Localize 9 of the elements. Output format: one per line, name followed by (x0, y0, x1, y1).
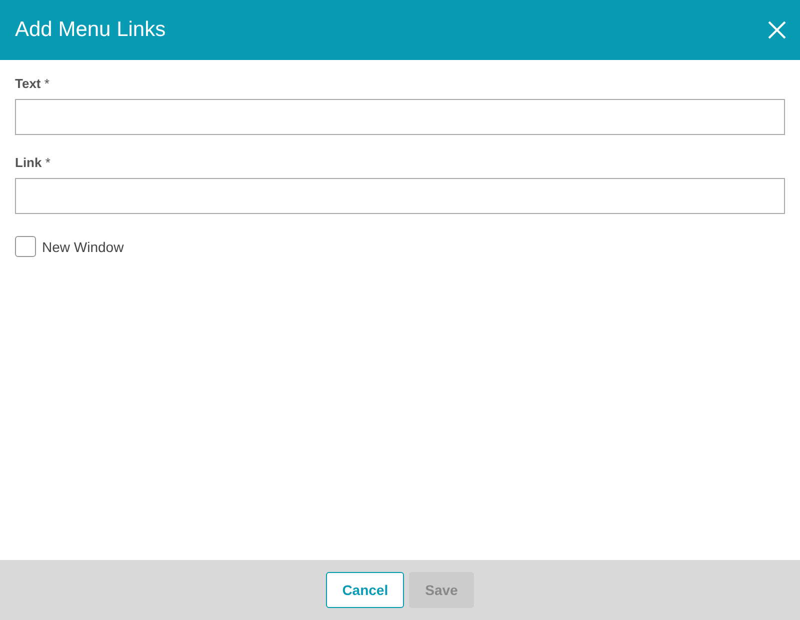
field-label: Link * (15, 155, 52, 170)
field-label: Text * (15, 76, 50, 91)
input-field[interactable] (15, 178, 785, 214)
checkbox[interactable] (15, 236, 36, 257)
checkbox-label: New Window (42, 238, 124, 254)
input-field[interactable] (15, 99, 785, 135)
cancel-button[interactable]: Cancel (326, 572, 404, 608)
close-icon[interactable] (768, 21, 786, 39)
window-title: Add Menu Links (15, 18, 166, 42)
